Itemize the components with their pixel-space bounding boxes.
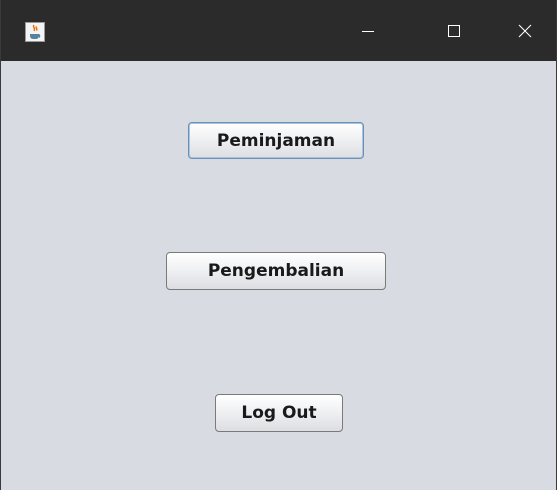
minimize-button[interactable]: [339, 0, 396, 61]
peminjaman-button[interactable]: Peminjaman: [188, 122, 364, 159]
minimize-icon: [361, 24, 375, 38]
main-panel: Peminjaman Pengembalian Log Out: [1, 61, 556, 490]
maximize-icon: [447, 24, 461, 38]
pengembalian-button[interactable]: Pengembalian: [166, 252, 386, 290]
title-bar[interactable]: [1, 0, 556, 61]
maximize-button[interactable]: [425, 0, 482, 61]
app-window: Peminjaman Pengembalian Log Out: [0, 0, 557, 490]
java-coffee-icon[interactable]: [25, 22, 45, 42]
close-icon: [517, 23, 533, 39]
logout-button[interactable]: Log Out: [215, 394, 343, 432]
close-button[interactable]: [496, 0, 553, 61]
